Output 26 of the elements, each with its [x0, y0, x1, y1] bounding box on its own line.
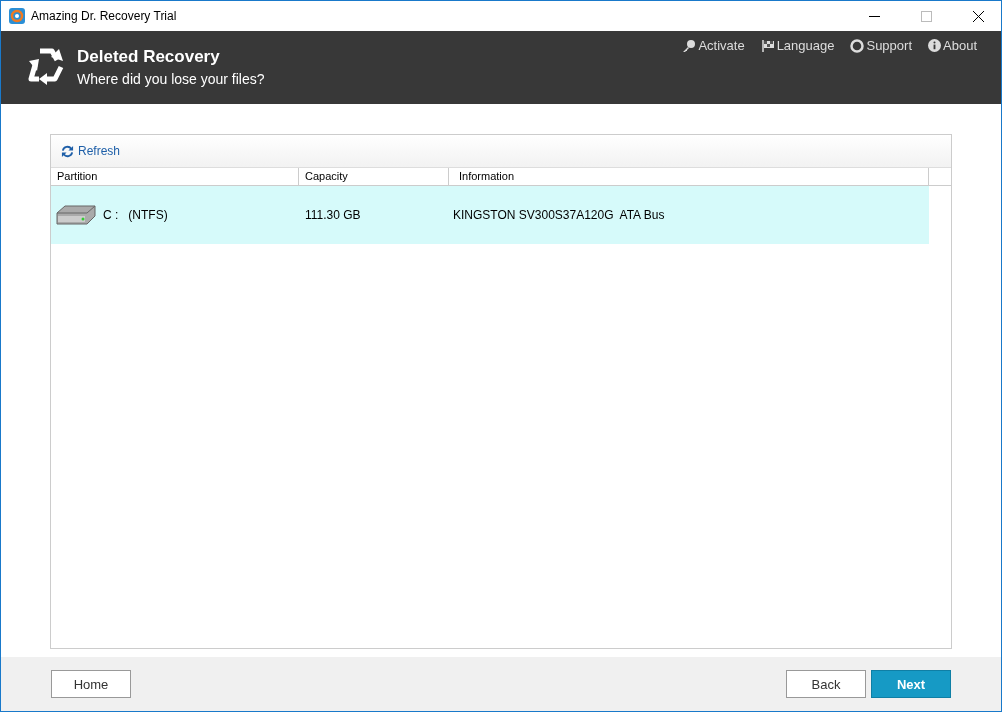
refresh-link[interactable]: Refresh: [61, 144, 121, 158]
header-subtitle: Where did you lose your files?: [77, 71, 265, 87]
maximize-icon: [920, 10, 932, 22]
header-link[interactable]: Support: [850, 38, 912, 53]
refresh-icon: [61, 144, 74, 158]
capacity-cell-text: 111.30 GB: [304, 208, 362, 222]
minimize-icon: [868, 15, 880, 17]
information-cell-text: KINGSTON SV300S37A120G ATA Bus: [452, 208, 666, 222]
info-icon: [928, 39, 941, 52]
column-header[interactable]: Information: [449, 168, 929, 185]
column-header[interactable]: Capacity: [299, 168, 449, 185]
header-link[interactable]: About: [928, 38, 977, 53]
home-button[interactable]: Home: [51, 670, 131, 698]
back-button[interactable]: Back: [786, 670, 866, 698]
window-title: Amazing Dr. Recovery Trial: [31, 9, 178, 23]
close-icon: [972, 10, 984, 22]
column-header[interactable]: Partition: [51, 168, 299, 185]
flag-icon: [760, 38, 775, 53]
app-icon: [9, 8, 25, 24]
hard-drive-icon: [55, 204, 97, 226]
header-link[interactable]: Language: [760, 38, 835, 53]
lifebuoy-icon: [850, 38, 865, 53]
partition-row[interactable]: C : (NTFS) 111.30 GB KINGSTON SV300S37A120G ATA Bus: [51, 186, 929, 244]
partition-cell: C : (NTFS): [103, 208, 168, 222]
header-link[interactable]: Activate: [682, 38, 745, 53]
header-title: Deleted Recovery: [77, 47, 221, 67]
